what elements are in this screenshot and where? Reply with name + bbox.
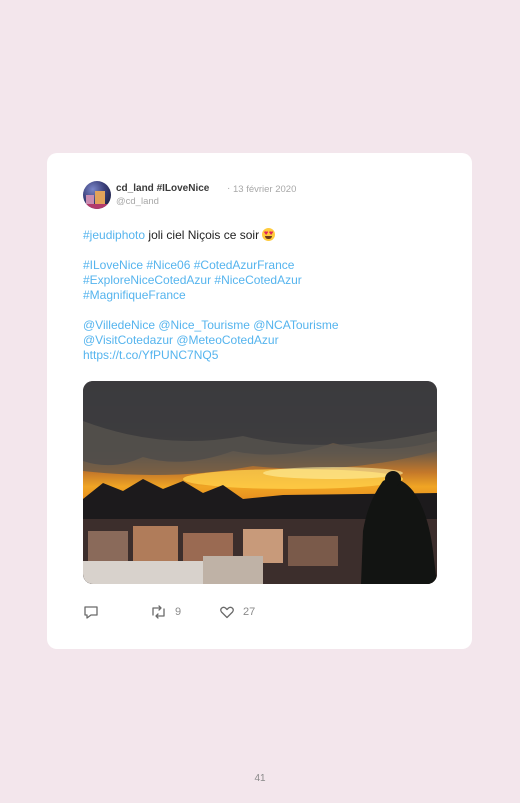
avatar-detail <box>83 204 111 209</box>
like-count: 27 <box>243 606 256 618</box>
avatar-detail <box>95 191 105 205</box>
hashtags-line[interactable]: #MagnifiqueFrance <box>83 288 443 303</box>
display-name[interactable]: cd_land #ILoveNice <box>116 183 209 194</box>
reply-icon[interactable] <box>83 604 99 620</box>
sunset-photo-illustration <box>83 381 437 584</box>
hashtags-line[interactable]: #ExploreNiceCotedAzur #NiceCotedAzur <box>83 273 443 288</box>
mentions-line[interactable]: @VisitCotedazur @MeteoCotedAzur <box>83 333 443 348</box>
tweet-photo[interactable] <box>83 381 437 584</box>
page-number: 41 <box>254 773 266 784</box>
tweet-card: cd_land #ILoveNice · 13 février 2020 @cd… <box>47 153 472 649</box>
reply-button[interactable] <box>83 604 99 620</box>
tweet-sentence: joli ciel Niçois ce soir <box>145 228 260 242</box>
tweet-link[interactable]: https://t.co/YfPUNC7NQ5 <box>83 348 443 363</box>
retweet-count: 9 <box>175 606 182 618</box>
retweet-icon[interactable] <box>150 604 167 620</box>
separator-dot: · <box>227 183 231 194</box>
heart-eyes-emoji-icon <box>262 228 276 241</box>
tweet-actions: 9 27 <box>83 604 443 622</box>
mentions-line[interactable]: @VilledeNice @Nice_Tourisme @NCATourisme <box>83 318 443 333</box>
avatar[interactable] <box>83 181 111 209</box>
tweet-text: #jeudiphoto joli ciel Niçois ce soir #IL… <box>83 228 443 363</box>
user-handle[interactable]: @cd_land <box>116 196 159 207</box>
heart-icon[interactable] <box>219 604 235 620</box>
retweet-button[interactable]: 9 <box>150 604 181 620</box>
hashtag-link[interactable]: #jeudiphoto <box>83 228 145 242</box>
tweet-date[interactable]: 13 février 2020 <box>233 184 296 195</box>
like-button[interactable]: 27 <box>219 604 255 620</box>
tweet-line: #jeudiphoto joli ciel Niçois ce soir <box>83 228 443 243</box>
hashtags-line[interactable]: #ILoveNice #Nice06 #CotedAzurFrance <box>83 258 443 273</box>
